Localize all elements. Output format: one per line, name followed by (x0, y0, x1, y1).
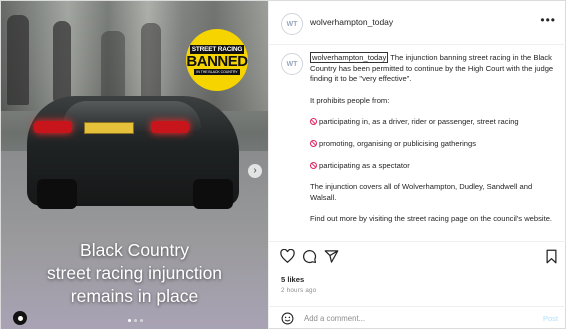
spectator (101, 31, 125, 101)
media-caption-line: Black Country (80, 240, 189, 260)
prohibited-icon (310, 161, 317, 169)
post-actions: 5 likes 2 hours ago (269, 241, 566, 301)
car-tire-left (37, 179, 77, 209)
tagged-user-icon[interactable] (13, 311, 27, 325)
badge-line-2: BANNED (186, 53, 248, 70)
badge-line-3: IN THE BLACK COUNTRY (194, 69, 240, 75)
post-header: WT wolverhampton_today ••• (269, 1, 566, 45)
carousel-dot (140, 319, 143, 322)
caption-prohibits: It prohibits people from: (310, 95, 390, 105)
carousel-next-icon[interactable]: › (248, 164, 262, 178)
spectator (53, 21, 71, 101)
caption-area: WT wolverhampton_today The injunction ba… (269, 45, 566, 241)
avatar[interactable]: WT (281, 53, 303, 75)
comment-input[interactable] (304, 311, 524, 325)
carousel-dots (128, 319, 143, 322)
media-caption-line: remains in place (70, 286, 199, 306)
prohibited-item: participating as a spectator (319, 160, 410, 170)
car-number-plate (84, 122, 134, 134)
caption-username[interactable]: wolverhampton_today (310, 52, 389, 63)
car-tire-right (193, 179, 233, 209)
emoji-icon[interactable] (281, 312, 294, 325)
post-side-panel: WT wolverhampton_today ••• WT wolverhamp… (268, 1, 566, 329)
add-comment-bar: Post (269, 306, 566, 329)
media-caption: Black Country street racing injunction r… (1, 239, 268, 308)
media-caption-line: street racing injunction (46, 263, 223, 283)
prohibited-icon (310, 118, 317, 126)
carousel-dot (134, 319, 137, 322)
post-comment-button[interactable]: Post (543, 314, 558, 323)
avatar[interactable]: WT (281, 13, 303, 35)
likes-count[interactable]: 5 likes (281, 275, 304, 284)
more-options-icon[interactable]: ••• (540, 13, 556, 27)
street-racing-banned-badge: STREET RACING BANNED IN THE BLACK COUNTR… (186, 29, 248, 91)
car-tail-light-left (34, 121, 72, 133)
bookmark-icon[interactable] (543, 248, 559, 264)
carousel-dot (128, 319, 131, 322)
prohibited-icon (310, 139, 317, 147)
instagram-post: STREET RACING BANNED IN THE BLACK COUNTR… (0, 0, 566, 329)
comment-icon[interactable] (301, 248, 317, 264)
caption-more: Find out more by visiting the street rac… (310, 214, 553, 224)
prohibited-item: promoting, organising or publicising gat… (319, 138, 477, 148)
like-heart-icon[interactable] (279, 248, 295, 264)
share-icon[interactable] (323, 248, 339, 264)
car-tail-light-right (151, 121, 189, 133)
post-media[interactable]: STREET RACING BANNED IN THE BLACK COUNTR… (1, 1, 268, 329)
caption-coverage: The injunction covers all of Wolverhampt… (310, 182, 533, 202)
prohibited-item: participating in, as a driver, rider or … (319, 117, 519, 127)
header-username[interactable]: wolverhampton_today (310, 17, 393, 27)
post-timestamp[interactable]: 2 hours ago (281, 287, 316, 294)
caption-body: wolverhampton_today The injunction banni… (310, 52, 560, 236)
spectator (7, 15, 29, 105)
spectator (141, 23, 161, 98)
